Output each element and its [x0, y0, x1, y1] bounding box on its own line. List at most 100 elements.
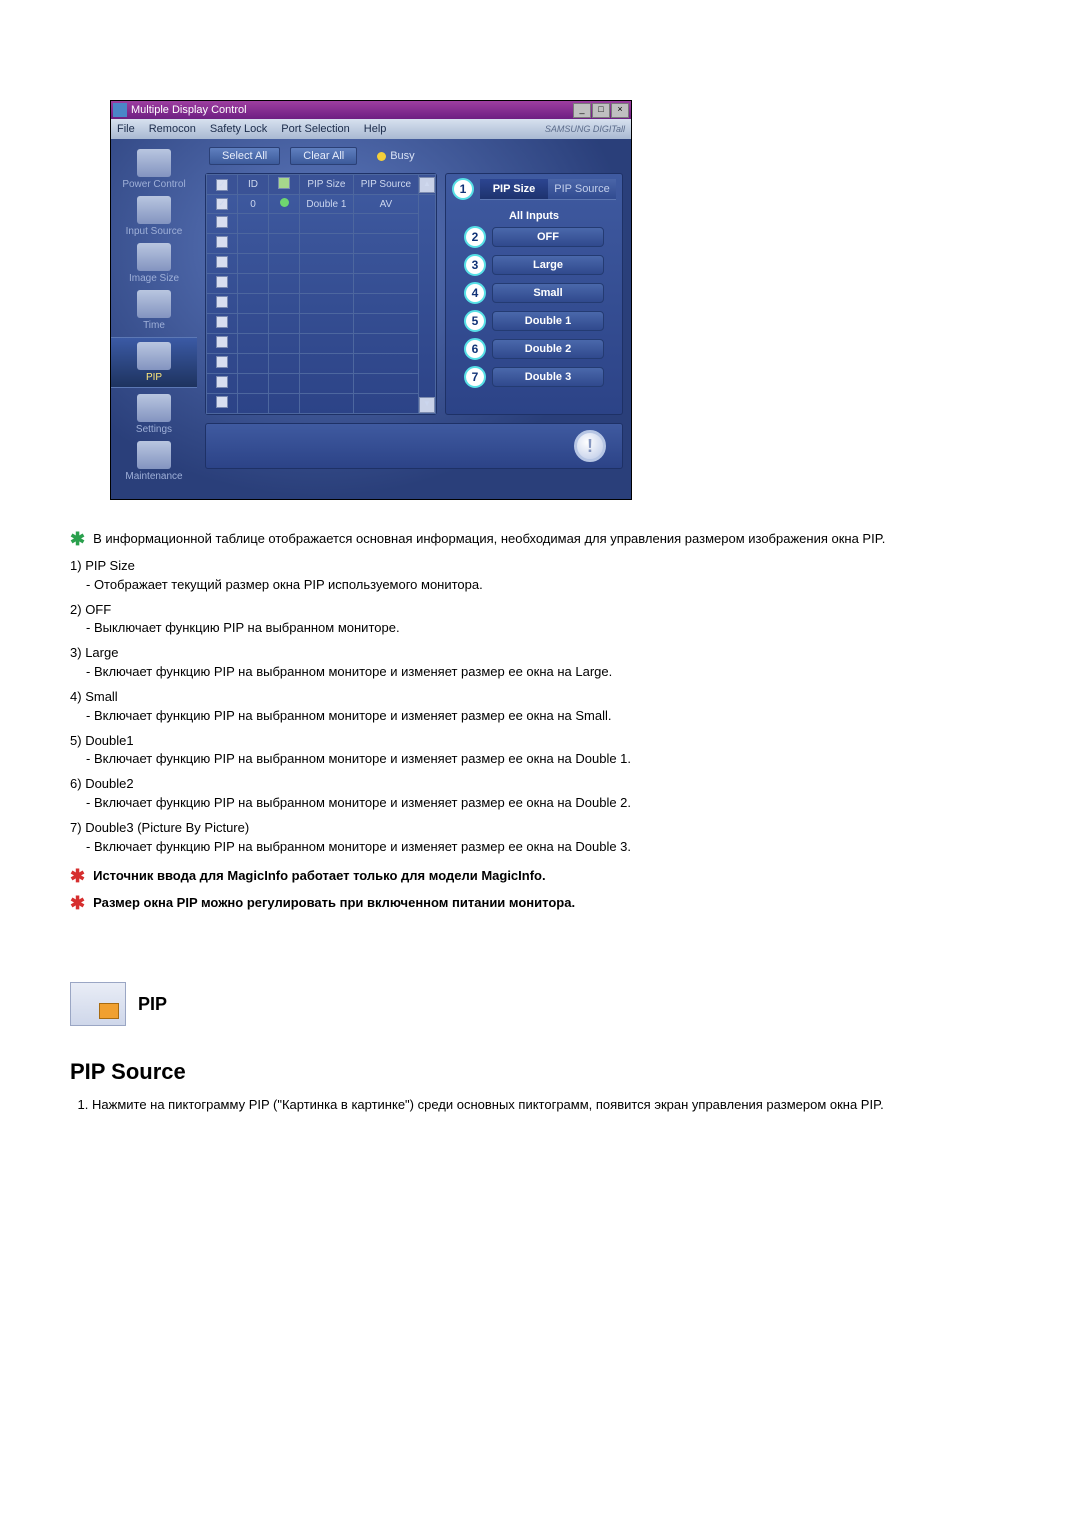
sidebar-label: Time: [111, 320, 197, 331]
info-note-text: В информационной таблице отображается ос…: [93, 530, 1010, 549]
row-checkbox[interactable]: [216, 198, 228, 210]
scroll-down-button[interactable]: ▼: [419, 397, 435, 413]
sidebar: Power Control Input Source Image Size Ti…: [111, 139, 197, 499]
minimize-button[interactable]: _: [573, 103, 591, 118]
row-checkbox[interactable]: [216, 336, 228, 348]
power-icon: [137, 149, 171, 177]
busy-dot-icon: [377, 152, 386, 161]
section-header: PIP: [70, 982, 1010, 1026]
status-bar: !: [205, 423, 623, 469]
list-item: 2) OFF - Выключает функцию PIP на выбран…: [70, 601, 1010, 639]
row-checkbox[interactable]: [216, 396, 228, 408]
callout-7: 7: [464, 366, 486, 388]
app-icon: [113, 103, 127, 117]
menu-safety-lock[interactable]: Safety Lock: [210, 123, 267, 135]
status-dot-icon: [280, 198, 289, 207]
time-icon: [137, 290, 171, 318]
image-size-icon: [137, 243, 171, 271]
table-row[interactable]: [207, 214, 436, 234]
sidebar-item-settings[interactable]: Settings: [111, 394, 197, 435]
cell-id: 0: [238, 195, 269, 214]
row-checkbox[interactable]: [216, 276, 228, 288]
sidebar-label: Maintenance: [111, 471, 197, 482]
row-checkbox[interactable]: [216, 296, 228, 308]
row-checkbox[interactable]: [216, 256, 228, 268]
table-row[interactable]: 0 Double 1 AV ▼: [207, 195, 436, 214]
menu-port-selection[interactable]: Port Selection: [281, 123, 349, 135]
table-row[interactable]: [207, 274, 436, 294]
menu-remocon[interactable]: Remocon: [149, 123, 196, 135]
tab-pip-size[interactable]: PIP Size: [480, 179, 548, 199]
pip-double1-button[interactable]: Double 1: [492, 311, 604, 331]
info-icon: !: [574, 430, 606, 462]
star-icon: ✱: [70, 867, 85, 886]
table-row[interactable]: [207, 354, 436, 374]
row-checkbox[interactable]: [216, 356, 228, 368]
maximize-button[interactable]: □: [592, 103, 610, 118]
table-row[interactable]: [207, 394, 436, 414]
warning-text: Размер окна PIP можно регулировать при в…: [93, 894, 1010, 913]
subheading: PIP Source: [70, 1056, 1010, 1088]
pip-double2-button[interactable]: Double 2: [492, 339, 604, 359]
all-inputs-heading: All Inputs: [446, 204, 622, 226]
maintenance-icon: [137, 441, 171, 469]
close-button[interactable]: ×: [611, 103, 629, 118]
col-status: [269, 175, 300, 195]
sidebar-item-image-size[interactable]: Image Size: [111, 243, 197, 284]
busy-indicator: Busy: [377, 150, 414, 162]
tab-pip-source[interactable]: PIP Source: [548, 179, 616, 199]
pip-small-button[interactable]: Small: [492, 283, 604, 303]
list-item: 1) PIP Size - Отображает текущий размер …: [70, 557, 1010, 595]
list-item: 3) Large - Включает функцию PIP на выбра…: [70, 644, 1010, 682]
step-item: Нажмите на пиктограмму PIP ("Картинка в …: [92, 1096, 1010, 1115]
table-row[interactable]: [207, 294, 436, 314]
pip-large-button[interactable]: Large: [492, 255, 604, 275]
info-note: ✱ В информационной таблице отображается …: [70, 530, 1010, 549]
display-table: ID PIP Size PIP Source ▲ 0 Double 1: [205, 173, 437, 415]
callout-1: 1: [452, 178, 474, 200]
pip-double3-button[interactable]: Double 3: [492, 367, 604, 387]
warning-text: Источник ввода для MagicInfo работает то…: [93, 867, 1010, 886]
col-pip-size: PIP Size: [300, 175, 354, 195]
row-checkbox[interactable]: [216, 216, 228, 228]
sidebar-item-maintenance[interactable]: Maintenance: [111, 441, 197, 482]
callout-2: 2: [464, 226, 486, 248]
star-icon: ✱: [70, 894, 85, 913]
title-bar: Multiple Display Control _ □ ×: [111, 101, 631, 119]
menu-file[interactable]: File: [117, 123, 135, 135]
scroll-up-button[interactable]: ▲: [419, 177, 435, 193]
brand-label: SAMSUNG DIGITall: [545, 124, 625, 134]
sidebar-label: PIP: [111, 372, 197, 383]
table-row[interactable]: [207, 314, 436, 334]
table-row[interactable]: [207, 374, 436, 394]
input-source-icon: [137, 196, 171, 224]
sidebar-item-time[interactable]: Time: [111, 290, 197, 331]
sidebar-label: Input Source: [111, 226, 197, 237]
feature-list: 1) PIP Size - Отображает текущий размер …: [70, 557, 1010, 857]
pip-off-button[interactable]: OFF: [492, 227, 604, 247]
app-window: Multiple Display Control _ □ × File Remo…: [110, 100, 632, 500]
row-checkbox[interactable]: [216, 316, 228, 328]
sidebar-item-pip[interactable]: PIP: [111, 337, 197, 388]
table-row[interactable]: [207, 234, 436, 254]
menu-help[interactable]: Help: [364, 123, 387, 135]
sidebar-item-input-source[interactable]: Input Source: [111, 196, 197, 237]
clear-all-button[interactable]: Clear All: [290, 147, 357, 165]
sidebar-item-power-control[interactable]: Power Control: [111, 149, 197, 190]
table-row[interactable]: [207, 334, 436, 354]
row-checkbox[interactable]: [216, 236, 228, 248]
select-all-button[interactable]: Select All: [209, 147, 280, 165]
pip-panel: 1 PIP Size PIP Source All Inputs 2 OFF 3L…: [445, 173, 623, 415]
callout-5: 5: [464, 310, 486, 332]
menu-bar: File Remocon Safety Lock Port Selection …: [111, 119, 631, 139]
sidebar-label: Settings: [111, 424, 197, 435]
col-id: ID: [238, 175, 269, 195]
row-checkbox[interactable]: [216, 376, 228, 388]
table-row[interactable]: [207, 254, 436, 274]
list-item: 7) Double3 (Picture By Picture) - Включа…: [70, 819, 1010, 857]
callout-4: 4: [464, 282, 486, 304]
col-checkbox[interactable]: [207, 175, 238, 195]
callout-3: 3: [464, 254, 486, 276]
window-title: Multiple Display Control: [131, 104, 572, 116]
settings-icon: [137, 394, 171, 422]
